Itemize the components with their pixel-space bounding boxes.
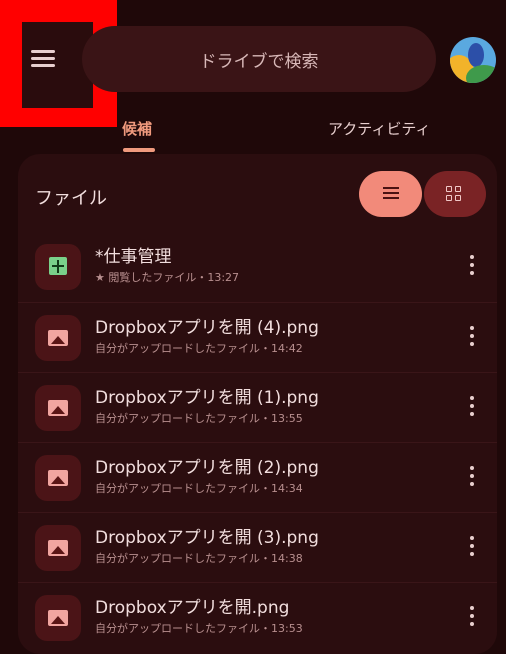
- image-icon: [35, 315, 81, 361]
- file-name: Dropboxアプリを開 (2).png: [95, 458, 319, 478]
- file-row[interactable]: *仕事管理 ★ 閲覧したファイル・13:27: [18, 232, 497, 298]
- image-icon: [35, 525, 81, 571]
- more-options-icon[interactable]: [467, 396, 477, 418]
- file-detail: 自分がアップロードしたファイル・14:42: [95, 342, 303, 355]
- file-detail: 自分がアップロードしたファイル・14:34: [95, 482, 303, 495]
- more-options-icon[interactable]: [467, 326, 477, 348]
- search-placeholder: ドライブで検索: [199, 52, 319, 72]
- file-detail: 自分がアップロードしたファイル・13:53: [95, 622, 303, 635]
- file-row[interactable]: Dropboxアプリを開.png 自分がアップロードしたファイル・13:53: [18, 582, 497, 649]
- image-icon: [35, 455, 81, 501]
- tab-active-indicator: [123, 148, 155, 152]
- tab-activity[interactable]: アクティビティ: [328, 118, 430, 139]
- file-row[interactable]: Dropboxアプリを開 (4).png 自分がアップロードしたファイル・14:…: [18, 302, 497, 369]
- file-detail: ★ 閲覧したファイル・13:27: [95, 271, 240, 284]
- grid-view-button[interactable]: [424, 171, 486, 217]
- file-detail: 自分がアップロードしたファイル・13:55: [95, 412, 303, 425]
- file-name: Dropboxアプリを開.png: [95, 598, 290, 618]
- tab-bar: 候補 アクティビティ: [0, 106, 506, 154]
- search-bar[interactable]: ドライブで検索: [82, 26, 436, 92]
- avatar[interactable]: [450, 37, 496, 83]
- image-icon: [35, 595, 81, 641]
- grid-view-icon: [446, 186, 462, 202]
- more-options-icon[interactable]: [467, 255, 477, 277]
- menu-icon[interactable]: [31, 50, 55, 68]
- file-name: Dropboxアプリを開 (1).png: [95, 388, 319, 408]
- file-name: *仕事管理: [95, 247, 172, 267]
- file-row[interactable]: Dropboxアプリを開 (1).png 自分がアップロードしたファイル・13:…: [18, 372, 497, 439]
- file-name: Dropboxアプリを開 (3).png: [95, 528, 319, 548]
- file-row[interactable]: Dropboxアプリを開 (3).png 自分がアップロードしたファイル・14:…: [18, 512, 497, 579]
- sheets-icon: [35, 244, 81, 290]
- list-view-button[interactable]: [359, 171, 422, 217]
- image-icon: [35, 385, 81, 431]
- file-name: Dropboxアプリを開 (4).png: [95, 318, 319, 338]
- more-options-icon[interactable]: [467, 606, 477, 628]
- file-row[interactable]: Dropboxアプリを開 (2).png 自分がアップロードしたファイル・14:…: [18, 442, 497, 509]
- more-options-icon[interactable]: [467, 536, 477, 558]
- tab-suggested[interactable]: 候補: [122, 118, 152, 139]
- file-detail: 自分がアップロードしたファイル・14:38: [95, 552, 303, 565]
- more-options-icon[interactable]: [467, 466, 477, 488]
- section-title: ファイル: [35, 188, 107, 209]
- list-view-icon: [383, 187, 399, 201]
